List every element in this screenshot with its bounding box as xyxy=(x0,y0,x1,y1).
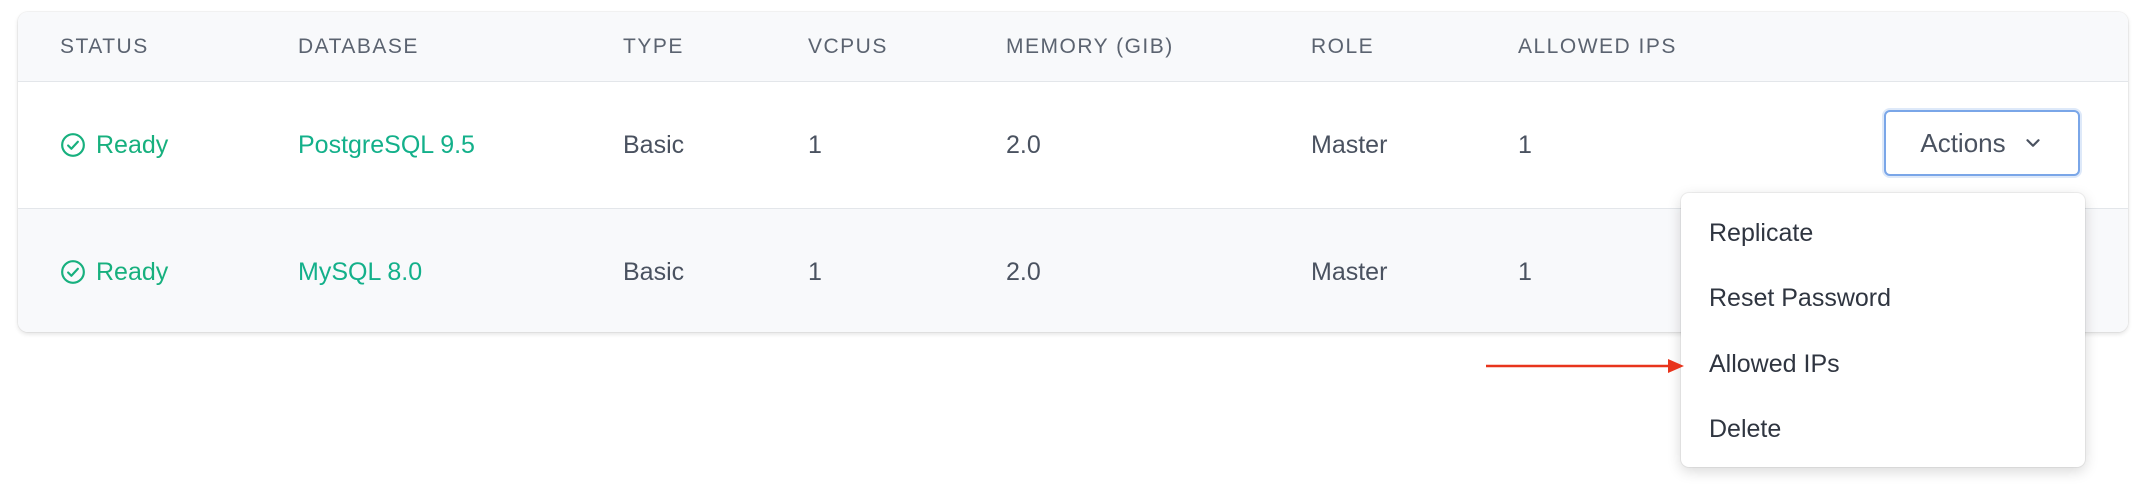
status-text: Ready xyxy=(96,257,169,286)
type-cell: Basic xyxy=(623,131,685,159)
memory-cell: 2.0 xyxy=(1006,258,1041,286)
red-arrow-icon xyxy=(1486,359,1684,373)
allowed-ips-cell: 1 xyxy=(1518,258,1532,286)
check-circle-icon xyxy=(61,260,85,284)
status-badge: Ready xyxy=(60,209,168,332)
header-allowed-ips[interactable]: ALLOWED IPS xyxy=(1518,12,1677,81)
database-link[interactable]: MySQL 8.0 xyxy=(298,209,422,332)
actions-button[interactable]: Actions xyxy=(1884,110,2080,176)
memory-cell: 2.0 xyxy=(1006,131,1041,159)
menu-item-reset-password[interactable]: Reset Password xyxy=(1709,284,1891,313)
chevron-down-icon xyxy=(2026,139,2040,147)
allowed-ips-cell: 1 xyxy=(1518,131,1532,159)
actions-label: Actions xyxy=(1920,127,2006,158)
status-text: Ready xyxy=(96,130,169,159)
type-cell: Basic xyxy=(623,258,685,286)
role-cell: Master xyxy=(1311,131,1388,159)
header-role[interactable]: ROLE xyxy=(1311,12,1374,81)
menu-item-allowed-ips[interactable]: Allowed IPs xyxy=(1709,350,1840,379)
header-database[interactable]: DATABASE xyxy=(298,12,419,81)
table-header: STATUS DATABASE TYPE VCPUS MEMORY (GIB) … xyxy=(18,12,2128,82)
table-row: Ready PostgreSQL 9.5 Basic 1 2.0 Master … xyxy=(18,82,2128,209)
status-badge: Ready xyxy=(60,82,168,208)
check-circle-icon xyxy=(61,133,85,157)
menu-item-delete[interactable]: Delete xyxy=(1709,415,1781,444)
header-vcpus[interactable]: VCPUS xyxy=(808,12,888,81)
database-link[interactable]: PostgreSQL 9.5 xyxy=(298,82,475,208)
header-type[interactable]: TYPE xyxy=(623,12,684,81)
header-status[interactable]: STATUS xyxy=(60,12,149,81)
menu-item-replicate[interactable]: Replicate xyxy=(1709,219,1813,248)
vcpus-cell: 1 xyxy=(808,258,822,286)
vcpus-cell: 1 xyxy=(808,131,822,159)
header-memory[interactable]: MEMORY (GIB) xyxy=(1006,12,1174,81)
actions-dropdown-menu: Replicate Reset Password Allowed IPs Del… xyxy=(1681,193,2085,467)
role-cell: Master xyxy=(1311,258,1388,286)
